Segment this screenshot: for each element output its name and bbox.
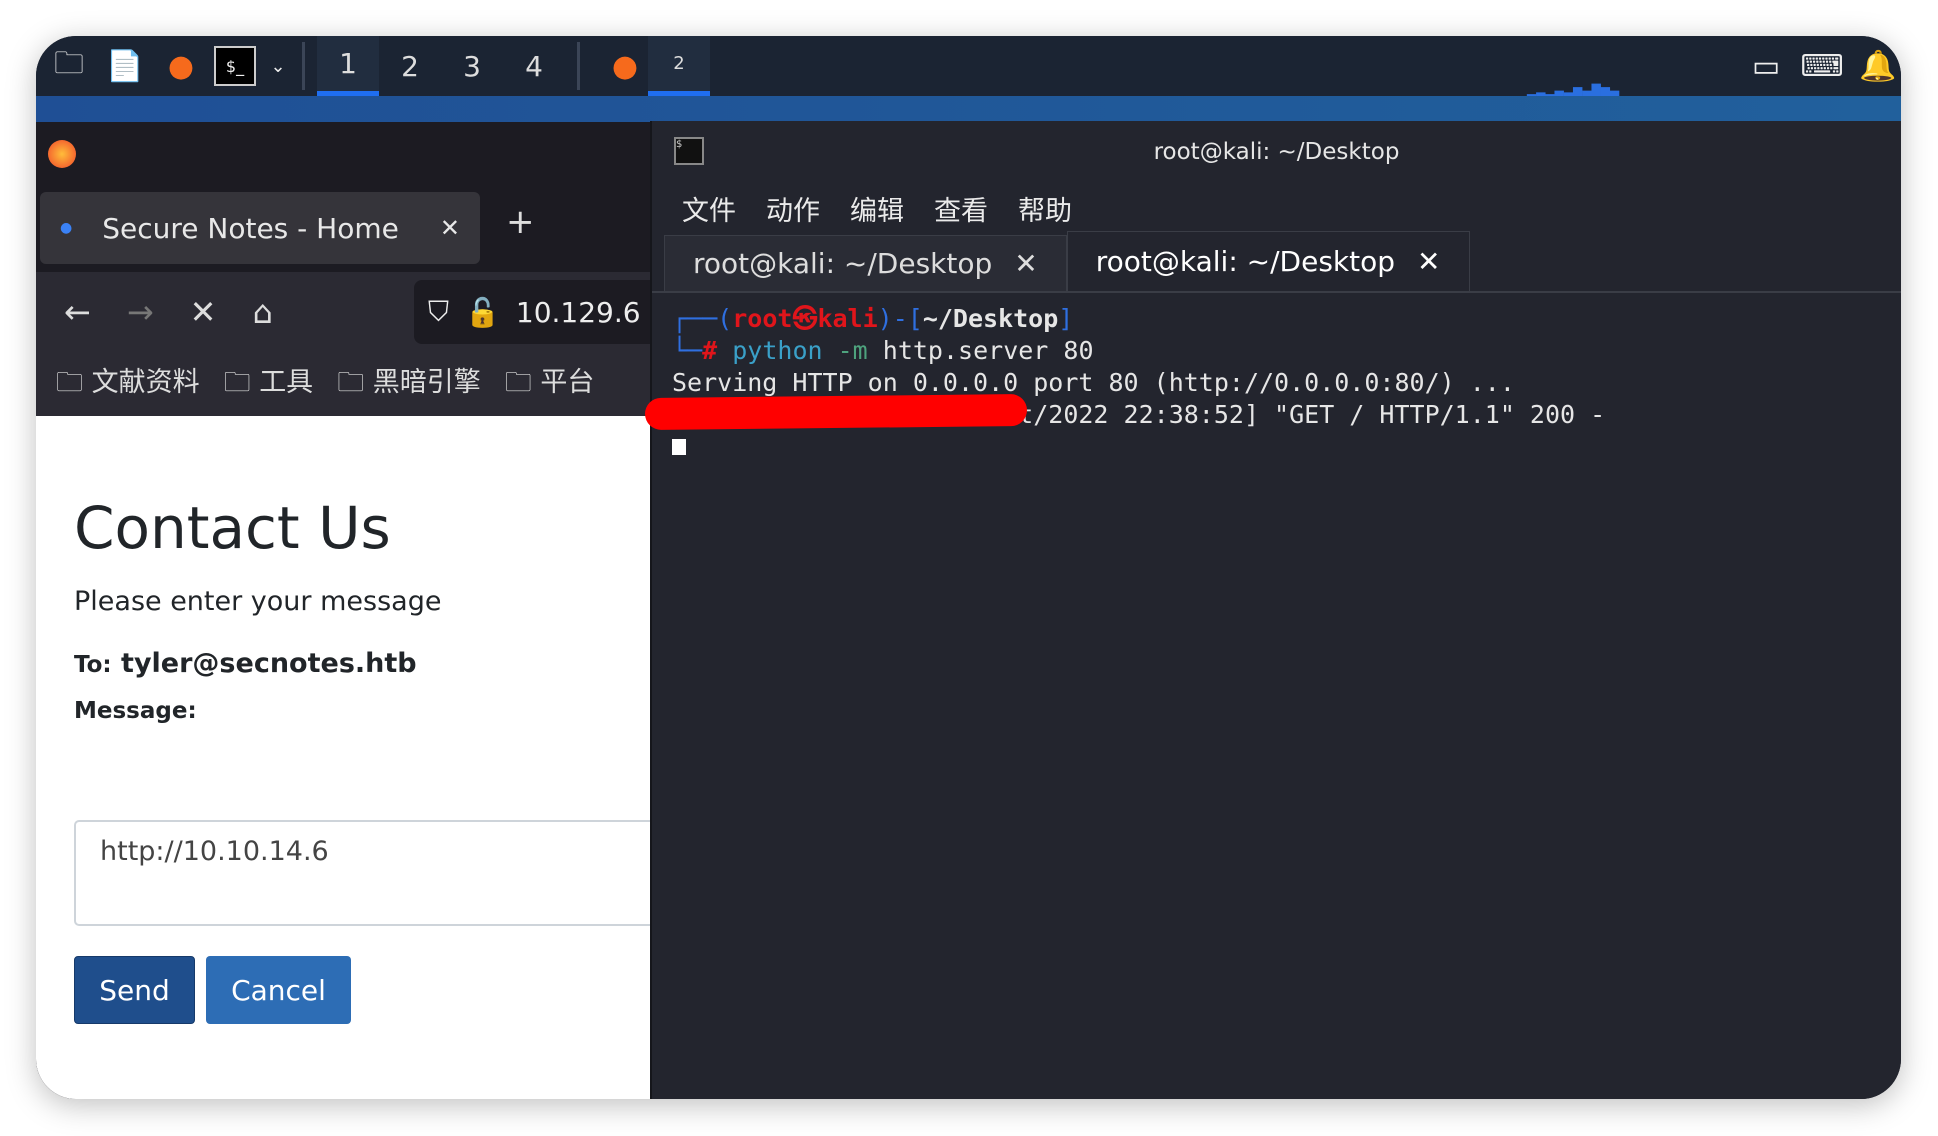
navigation-bar: ← → ✕ ⌂ ⛉ 🔓 10.129.6	[36, 272, 674, 352]
bookmark-label: 文献资料	[91, 366, 200, 398]
output-line: Serving HTTP on 0.0.0.0 port 80 (http://…	[672, 368, 1515, 397]
tab-title: Secure Notes - Home	[102, 211, 399, 245]
recipient: To: tyler@secnotes.htb	[74, 648, 417, 679]
terminal-tab-active[interactable]: root@kali: ~/Desktop ✕	[1066, 231, 1470, 291]
window-title: root@kali: ~/Desktop	[1153, 139, 1400, 165]
taskbar: 🗀 📄 ● $_ ⌄ 1 2 3 4 ● 2 ▁▂▁▃▂▅▃▇▅▃ ▭ ⌨ 🔔	[36, 36, 1901, 96]
close-tab-icon[interactable]: ✕	[1417, 245, 1440, 278]
command-bin: python	[732, 336, 823, 365]
bookmark-folder[interactable]: 🗀 平台	[505, 360, 595, 409]
bookmarks-bar: 🗀 文献资料 🗀 工具 🗀 黑暗引擎 🗀 平台	[36, 352, 650, 416]
bookmark-label: 工具	[259, 366, 314, 398]
forward-icon[interactable]: →	[127, 293, 154, 331]
prompt-path: ~/Desktop	[922, 304, 1059, 333]
display-icon[interactable]: ▭	[1743, 43, 1789, 89]
panel-band	[36, 96, 1901, 122]
terminal-badge: 2	[673, 53, 685, 74]
terminal-titlebar: $ root@kali: ~/Desktop	[652, 121, 1901, 183]
text-editor-icon[interactable]: 📄	[102, 43, 148, 89]
cancel-button[interactable]: Cancel	[206, 956, 351, 1024]
send-button[interactable]: Send	[74, 956, 195, 1024]
divider	[577, 42, 580, 90]
menu-help[interactable]: 帮助	[1018, 189, 1072, 228]
page-content: Contact Us Please enter your message To:…	[36, 416, 674, 1099]
back-icon[interactable]: ←	[64, 293, 91, 331]
menu-view[interactable]: 查看	[934, 189, 988, 228]
firefox-window: ● Secure Notes - Home ✕ + ← → ✕ ⌂ ⛉ 🔓 10…	[36, 122, 674, 1099]
divider	[302, 42, 305, 90]
keyboard-icon[interactable]: ⌨	[1799, 43, 1845, 89]
bookmark-folder[interactable]: 🗀 黑暗引擎	[337, 360, 481, 409]
close-tab-icon[interactable]: ✕	[1014, 247, 1037, 280]
firefox-window-icon[interactable]: ●	[602, 43, 648, 89]
browser-tab[interactable]: ● Secure Notes - Home ✕	[40, 192, 480, 264]
terminal-window: $ root@kali: ~/Desktop 文件 动作 编辑 查看 帮助 ro…	[650, 121, 1901, 1099]
workspace-4[interactable]: 4	[503, 36, 565, 96]
menu-edit[interactable]: 编辑	[850, 189, 904, 228]
command-line: └─# python -m http.server 80	[672, 336, 1094, 365]
terminal-icon[interactable]: $_	[214, 46, 256, 86]
command-args: http.server 80	[882, 336, 1094, 365]
loading-dot-icon: ●	[60, 220, 73, 236]
message-label: Message:	[74, 698, 197, 724]
bookmark-folder[interactable]: 🗀 文献资料	[56, 360, 200, 409]
terminal-output[interactable]: ┌──(root㉿kali)-[~/Desktop] └─# python -m …	[652, 293, 1901, 463]
close-tab-icon[interactable]: ✕	[440, 214, 460, 242]
terminal-window-icon[interactable]: 2	[648, 36, 710, 96]
home-icon[interactable]: ⌂	[252, 293, 272, 331]
to-label: To:	[74, 652, 112, 678]
firefox-icon[interactable]: ●	[158, 43, 204, 89]
command-flag: -m	[837, 336, 868, 365]
tab-label: root@kali: ~/Desktop	[693, 247, 993, 280]
prompt-host: kali	[817, 304, 878, 333]
workspace-2[interactable]: 2	[379, 36, 441, 96]
message-textarea[interactable]: http://10.10.14.6	[74, 820, 674, 926]
to-value: tyler@secnotes.htb	[121, 648, 417, 679]
firefox-logo-icon	[48, 140, 76, 168]
terminal-app-icon: $	[674, 137, 704, 165]
desktop: 🗀 📄 ● $_ ⌄ 1 2 3 4 ● 2 ▁▂▁▃▂▅▃▇▅▃ ▭ ⌨ 🔔 …	[36, 36, 1901, 1099]
redaction-mark	[644, 394, 1028, 430]
notification-icon[interactable]: 🔔	[1855, 43, 1901, 89]
chevron-down-icon[interactable]: ⌄	[266, 43, 290, 89]
file-manager-icon[interactable]: 🗀	[46, 43, 92, 89]
workspace-3[interactable]: 3	[441, 36, 503, 96]
page-title: Contact Us	[74, 494, 391, 562]
page-subtitle: Please enter your message	[74, 586, 442, 617]
url-bar[interactable]: ⛉ 🔓 10.129.6	[414, 280, 674, 344]
network-graph: ▁▂▁▃▂▅▃▇▅▃	[1526, 82, 1620, 96]
prompt-user: root	[732, 304, 793, 333]
bookmark-label: 平台	[540, 366, 595, 398]
new-tab-button[interactable]: +	[506, 202, 535, 242]
shield-icon[interactable]: ⛉	[428, 295, 449, 329]
prompt-line: ┌──(root㉿kali)-[~/Desktop]	[672, 304, 1074, 333]
insecure-lock-icon[interactable]: 🔓	[465, 296, 500, 329]
terminal-tab[interactable]: root@kali: ~/Desktop ✕	[664, 235, 1067, 291]
stop-icon[interactable]: ✕	[190, 293, 217, 331]
cursor	[672, 439, 686, 455]
menu-file[interactable]: 文件	[682, 189, 736, 228]
terminal-tabs: root@kali: ~/Desktop ✕ root@kali: ~/Deskt…	[652, 231, 1901, 293]
bookmark-label: 黑暗引擎	[372, 366, 481, 398]
terminal-menubar: 文件 动作 编辑 查看 帮助	[652, 183, 1901, 233]
workspace-1[interactable]: 1	[317, 36, 379, 96]
menu-actions[interactable]: 动作	[766, 189, 820, 228]
bookmark-folder[interactable]: 🗀 工具	[224, 360, 314, 409]
tab-label: root@kali: ~/Desktop	[1095, 245, 1396, 278]
url-text[interactable]: 10.129.6	[516, 296, 641, 329]
